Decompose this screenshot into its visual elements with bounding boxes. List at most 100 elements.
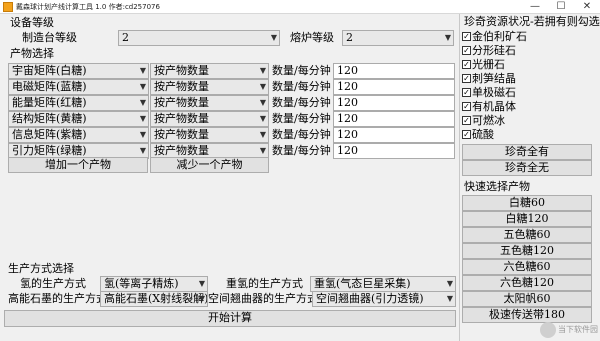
watermark-text: 当下软件园	[558, 325, 598, 334]
mode-select-value: 按产物数量	[154, 96, 209, 109]
mode-select-value: 按产物数量	[154, 64, 209, 77]
graphene-method-value: 高能石墨(X射线裂解)	[104, 292, 208, 305]
select-none-rare-button[interactable]: 珍奇全无	[462, 160, 592, 176]
rare-resource-checkbox[interactable]: ✓	[462, 102, 471, 111]
rare-resource-label: 单极磁石	[472, 86, 516, 99]
product-select[interactable]: 电磁矩阵(蓝糖) ▼	[8, 79, 149, 95]
graphene-method-select[interactable]: 高能石墨(X射线裂解) ▼	[100, 291, 208, 307]
chevron-down-icon: ▼	[259, 130, 266, 139]
rare-resource-label: 可燃冰	[472, 114, 505, 127]
chevron-down-icon: ▼	[139, 130, 146, 139]
add-product-button[interactable]: 增加一个产物	[8, 157, 148, 173]
products-section-title: 产物选择	[10, 47, 54, 60]
window-title: 戴森球计划产线计算工具 1.0 作者:cd257076	[16, 3, 160, 11]
rare-resource-checkbox[interactable]: ✓	[462, 74, 471, 83]
amount-input-value: 120	[337, 64, 358, 77]
quick-select-button[interactable]: 极速传送带180	[462, 307, 592, 323]
mode-select[interactable]: 按产物数量 ▼	[150, 111, 269, 127]
production-section-title: 生产方式选择	[8, 262, 74, 275]
pane-divider	[459, 14, 460, 341]
quick-select-button[interactable]: 五色糖120	[462, 243, 592, 259]
product-select-value: 信息矩阵(紫糖)	[12, 128, 87, 141]
product-select-value: 结构矩阵(黄糖)	[12, 112, 87, 125]
quick-select-button[interactable]: 白糖60	[462, 195, 592, 211]
rare-section-title: 珍奇资源状况-若拥有则勾选	[464, 15, 600, 28]
mode-select[interactable]: 按产物数量 ▼	[150, 95, 269, 111]
amount-unit-label: 数量/每分钟	[272, 64, 331, 77]
rare-resource-label: 刺笋结晶	[472, 72, 516, 85]
amount-unit-label: 数量/每分钟	[272, 80, 331, 93]
assembler-level-value: 2	[122, 31, 129, 44]
amount-input[interactable]: 120	[333, 127, 455, 143]
rare-resource-checkbox[interactable]: ✓	[462, 130, 471, 139]
quick-section-title: 快速选择产物	[464, 180, 530, 193]
rare-resource-label: 有机晶体	[472, 100, 516, 113]
product-select[interactable]: 宇宙矩阵(白糖) ▼	[8, 63, 149, 79]
product-select-value: 电磁矩阵(蓝糖)	[12, 80, 87, 93]
deuterium-method-label: 重氢的生产方式	[226, 277, 303, 290]
rare-resource-checkbox[interactable]: ✓	[462, 46, 471, 55]
maximize-button[interactable]: ☐	[548, 0, 574, 14]
chevron-down-icon: ▼	[259, 98, 266, 107]
close-button[interactable]: ✕	[574, 0, 600, 14]
amount-input[interactable]: 120	[333, 111, 455, 127]
product-select[interactable]: 结构矩阵(黄糖) ▼	[8, 111, 149, 127]
minimize-button[interactable]: —	[522, 0, 548, 14]
product-select-value: 引力矩阵(绿糖)	[12, 144, 87, 157]
amount-unit-label: 数量/每分钟	[272, 112, 331, 125]
remove-product-button[interactable]: 减少一个产物	[150, 157, 269, 173]
hydrogen-method-select[interactable]: 氢(等离子精炼) ▼	[100, 276, 208, 292]
warper-method-select[interactable]: 空间翘曲器(引力透镜) ▼	[312, 291, 456, 307]
hydrogen-method-value: 氢(等离子精炼)	[104, 277, 179, 290]
amount-input[interactable]: 120	[333, 79, 455, 95]
deuterium-method-select[interactable]: 重氢(气态巨星采集) ▼	[310, 276, 456, 292]
product-select[interactable]: 能量矩阵(红糖) ▼	[8, 95, 149, 111]
amount-input-value: 120	[337, 80, 358, 93]
chevron-down-icon: ▼	[259, 66, 266, 75]
quick-select-button[interactable]: 白糖120	[462, 211, 592, 227]
amount-input-value: 120	[337, 96, 358, 109]
smelter-level-value: 2	[346, 31, 353, 44]
quick-select-button[interactable]: 太阳帆60	[462, 291, 592, 307]
amount-input[interactable]: 120	[333, 95, 455, 111]
watermark-logo-icon	[540, 322, 556, 338]
mode-select[interactable]: 按产物数量 ▼	[150, 63, 269, 79]
chevron-down-icon: ▼	[139, 66, 146, 75]
warper-method-value: 空间翘曲器(引力透镜)	[316, 292, 424, 305]
app-icon	[3, 2, 13, 12]
mode-select[interactable]: 按产物数量 ▼	[150, 79, 269, 95]
chevron-down-icon: ▼	[198, 279, 205, 288]
amount-unit-label: 数量/每分钟	[272, 144, 331, 157]
assembler-level-select[interactable]: 2 ▼	[118, 30, 280, 46]
select-all-rare-button[interactable]: 珍奇全有	[462, 144, 592, 160]
amount-input[interactable]: 120	[333, 63, 455, 79]
rare-resource-checkbox[interactable]: ✓	[462, 60, 471, 69]
quick-select-button[interactable]: 六色糖120	[462, 275, 592, 291]
amount-input-value: 120	[337, 112, 358, 125]
chevron-down-icon: ▼	[259, 82, 266, 91]
mode-select-value: 按产物数量	[154, 128, 209, 141]
chevron-down-icon: ▼	[270, 33, 277, 42]
chevron-down-icon: ▼	[259, 114, 266, 123]
rare-resource-checkbox[interactable]: ✓	[462, 88, 471, 97]
rare-resource-label: 金伯利矿石	[472, 30, 527, 43]
deuterium-method-value: 重氢(气态巨星采集)	[314, 277, 411, 290]
mode-select-value: 按产物数量	[154, 80, 209, 93]
chevron-down-icon: ▼	[259, 146, 266, 155]
smelter-level-label: 熔炉等级	[290, 31, 334, 44]
amount-input[interactable]: 120	[333, 143, 455, 159]
quick-select-button[interactable]: 五色糖60	[462, 227, 592, 243]
rare-resource-checkbox[interactable]: ✓	[462, 32, 471, 41]
quick-select-button[interactable]: 六色糖60	[462, 259, 592, 275]
chevron-down-icon: ▼	[139, 114, 146, 123]
mode-select[interactable]: 按产物数量 ▼	[150, 127, 269, 143]
chevron-down-icon: ▼	[198, 294, 205, 303]
rare-resource-checkbox[interactable]: ✓	[462, 116, 471, 125]
start-calculation-button[interactable]: 开始计算	[4, 310, 456, 327]
assembler-level-label: 制造台等级	[22, 31, 77, 44]
amount-input-value: 120	[337, 144, 358, 157]
product-select-value: 能量矩阵(红糖)	[12, 96, 87, 109]
product-select[interactable]: 信息矩阵(紫糖) ▼	[8, 127, 149, 143]
chevron-down-icon: ▼	[139, 82, 146, 91]
smelter-level-select[interactable]: 2 ▼	[342, 30, 454, 46]
